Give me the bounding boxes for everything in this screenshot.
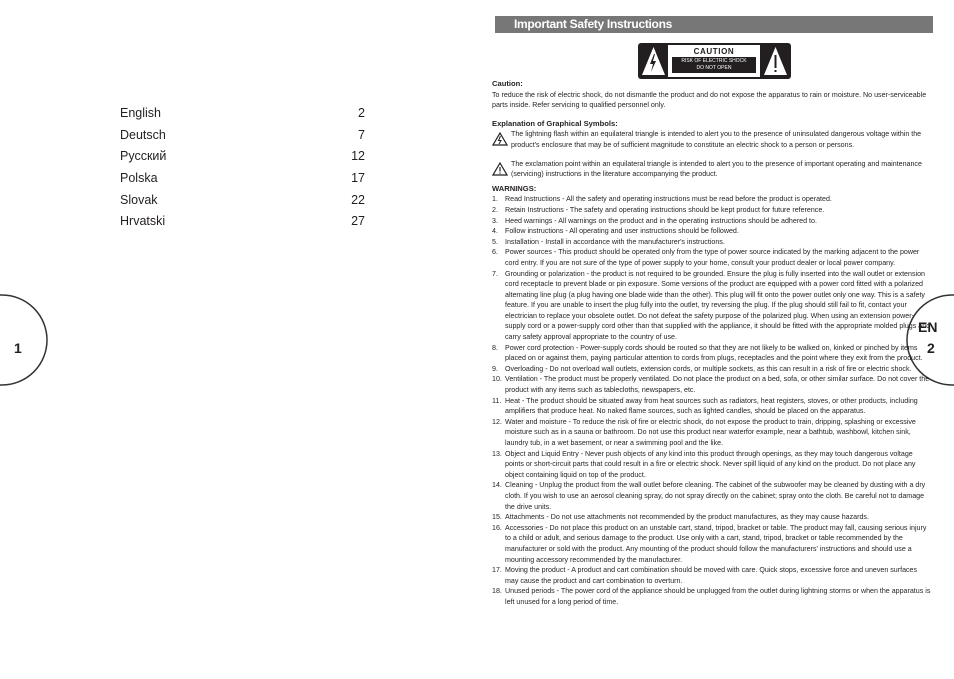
warning-text: Read Instructions - All the safety and o… — [505, 195, 832, 204]
warning-number: 9. — [492, 364, 498, 373]
section-title: Important Safety Instructions — [514, 17, 672, 31]
warning-text: Heed warnings - All warnings on the prod… — [505, 216, 817, 225]
warnings-list: 1. Read Instructions - All the safety and… — [492, 194, 932, 607]
warning-text: Power sources - This product should be o… — [505, 248, 920, 267]
warning-number: 12. — [492, 417, 502, 426]
warning-number: 5. — [492, 237, 498, 246]
warning-item: 17. Moving the product - A product and ca… — [492, 565, 932, 586]
warning-number: 13. — [492, 449, 502, 458]
toc-entry[interactable]: Deutsch 7 — [120, 127, 365, 149]
toc-page: 17 — [351, 171, 365, 186]
warning-item: 1. Read Instructions - All the safety and… — [492, 194, 932, 205]
warning-item: 14. Cleaning - Unplug the product from th… — [492, 480, 932, 512]
warning-number: 18. — [492, 587, 502, 596]
caution-sign: CAUTION RISK OF ELECTRIC SHOCK DO NOT OPE… — [638, 43, 791, 79]
table-of-contents: English 2 Deutsch 7 Русский 12 Polska 17 Slovak 2… — [120, 105, 365, 235]
caution-text: To reduce the risk of electric shock, do… — [492, 90, 927, 110]
warning-number: 16. — [492, 523, 502, 532]
symbols-heading: Explanation of Graphical Symbols: — [492, 118, 618, 128]
toc-entry[interactable]: Hrvatski 27 — [120, 213, 365, 235]
section-header: Important Safety Instructions — [495, 16, 933, 33]
toc-language: Hrvatski — [120, 214, 166, 229]
exclamation-triangle-icon — [492, 161, 508, 176]
toc-entry[interactable]: Polska 17 — [120, 170, 365, 192]
warning-item: 10. Ventilation - The product must be pro… — [492, 374, 932, 395]
warning-number: 2. — [492, 205, 498, 214]
toc-entry[interactable]: English 2 — [120, 105, 365, 127]
warning-number: 1. — [492, 195, 498, 204]
caution-sign-title: CAUTION — [693, 47, 735, 56]
toc-language: Deutsch — [120, 127, 166, 142]
warning-text: Power cord protection - Power-supply cor… — [505, 343, 923, 363]
toc-language: Slovak — [120, 192, 158, 207]
toc-page: 2 — [358, 106, 365, 120]
warning-item: 6. Power sources - This product should be… — [492, 247, 932, 268]
toc-page: 22 — [351, 192, 365, 207]
warning-item: 4. Follow instructions - All operating an… — [492, 226, 932, 237]
warning-text: Overloading - Do not overload wall outle… — [505, 364, 912, 373]
warning-text: Cleaning - Unplug the product from the w… — [505, 481, 926, 511]
warning-item: 16. Accessories - Do not place this produ… — [492, 523, 932, 565]
warning-number: 8. — [492, 343, 498, 352]
safety-instructions: Caution: To reduce the risk of electric … — [492, 79, 932, 608]
warnings-heading: WARNINGS: — [492, 183, 537, 193]
warning-item: 8. Power cord protection - Power-supply c… — [492, 343, 932, 364]
lightning-symbol-explanation: The lightning flash within an equilatera… — [492, 129, 932, 150]
warning-item: 2. Retain Instructions - The safety and o… — [492, 205, 932, 216]
toc-language: Polska — [120, 171, 158, 186]
warning-text: Water and moisture - To reduce the risk … — [505, 417, 916, 447]
toc-language: Русский — [120, 149, 167, 164]
left-page-number: 1 — [14, 340, 22, 356]
warning-text: Follow instructions - All operating and … — [505, 227, 739, 236]
warning-number: 14. — [492, 481, 502, 490]
lightning-text: The lightning flash within an equilatera… — [511, 130, 922, 149]
warning-text: Attachments - Do not use attachments not… — [505, 513, 869, 522]
caution-sign-line1: RISK OF ELECTRIC SHOCK — [681, 58, 747, 64]
warning-item: 5. Installation - Install in accordance w… — [492, 237, 932, 248]
toc-page: 12 — [351, 149, 365, 164]
warning-text: Moving the product - A product and cart … — [505, 566, 918, 585]
exclamation-triangle-icon — [764, 47, 787, 75]
toc-language: English — [120, 106, 161, 120]
warning-text: Accessories - Do not place this product … — [505, 523, 927, 564]
caution-heading: Caution: — [492, 79, 523, 88]
warning-item: 3. Heed warnings - All warnings on the pr… — [492, 216, 932, 227]
warning-number: 4. — [492, 227, 498, 236]
toc-page: 27 — [351, 214, 365, 229]
warning-text: Retain Instructions - The safety and ope… — [505, 205, 825, 214]
warning-text: Object and Liquid Entry - Never push obj… — [505, 449, 916, 479]
caution-sign-line2: DO NOT OPEN — [696, 65, 732, 71]
toc-entry[interactable]: Slovak 22 — [120, 192, 365, 214]
lightning-triangle-icon — [492, 132, 508, 146]
warning-item: 9. Overloading - Do not overload wall out… — [492, 364, 932, 375]
warning-number: 6. — [492, 248, 498, 257]
lightning-triangle-icon — [642, 47, 665, 75]
warning-item: 13. Object and Liquid Entry - Never push … — [492, 449, 932, 481]
warning-number: 7. — [492, 269, 498, 278]
page-tab-left — [0, 294, 48, 386]
warning-number: 17. — [492, 566, 502, 575]
warning-item: 15. Attachments - Do not use attachments … — [492, 512, 932, 523]
warning-number: 3. — [492, 216, 498, 225]
exclamation-symbol-explanation: The exclamation point within an equilate… — [492, 159, 932, 180]
warning-text: Unused periods - The power cord of the a… — [505, 587, 931, 606]
exclamation-text: The exclamation point within an equilate… — [511, 159, 922, 179]
warning-text: Grounding or polarization - the product … — [505, 269, 931, 342]
warning-item: 7. Grounding or polarization - the produc… — [492, 269, 932, 343]
warning-number: 11. — [492, 396, 502, 405]
warning-item: 12. Water and moisture - To reduce the ri… — [492, 417, 932, 449]
warning-number: 10. — [492, 375, 502, 384]
warning-item: 11. Heat - The product should be situated… — [492, 396, 932, 417]
warning-item: 18. Unused periods - The power cord of th… — [492, 586, 932, 607]
warning-text: Heat - The product should be situated aw… — [505, 396, 918, 416]
toc-page: 7 — [358, 127, 365, 142]
warning-text: Installation - Install in accordance wit… — [505, 237, 725, 246]
toc-entry[interactable]: Русский 12 — [120, 148, 365, 170]
warning-number: 15. — [492, 513, 502, 522]
warning-text: Ventilation - The product must be proper… — [505, 375, 930, 395]
